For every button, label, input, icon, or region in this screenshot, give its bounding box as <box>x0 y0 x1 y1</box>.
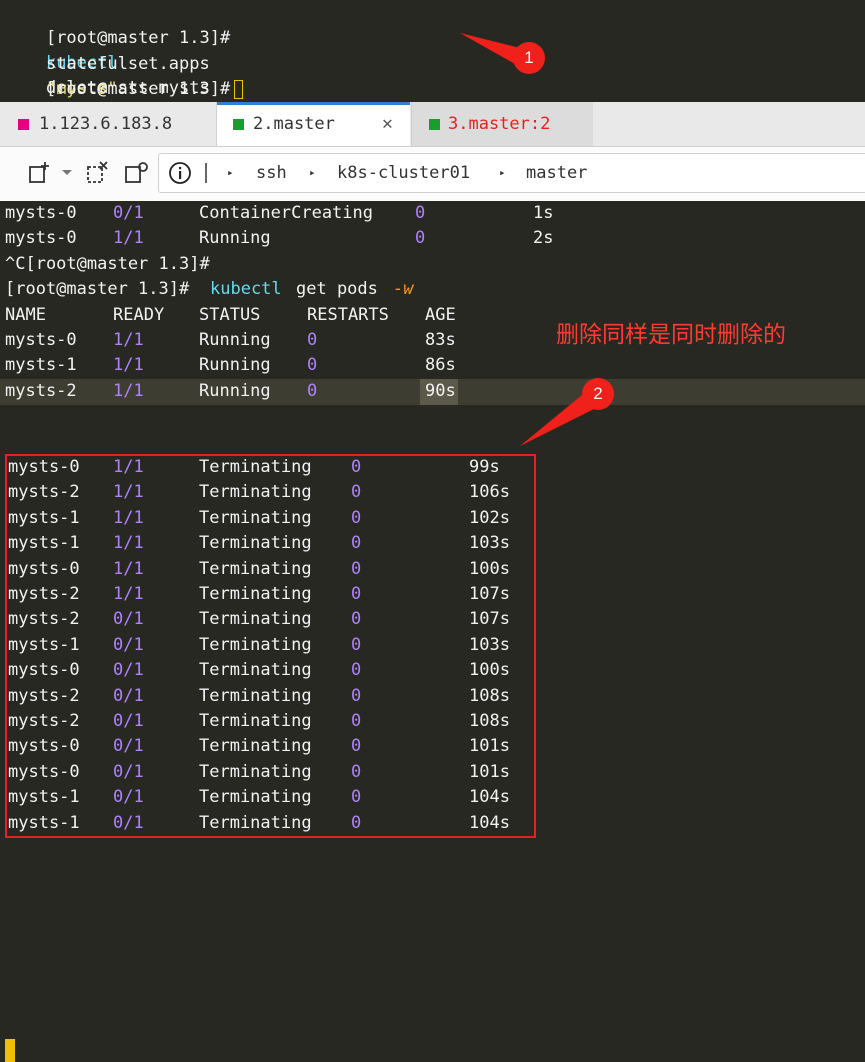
scrollbar-thumb[interactable] <box>5 1039 15 1062</box>
annotation-badge-1: 1 <box>513 42 545 74</box>
annotation-badge-2: 2 <box>582 378 614 410</box>
annotation-arrows <box>460 33 600 446</box>
